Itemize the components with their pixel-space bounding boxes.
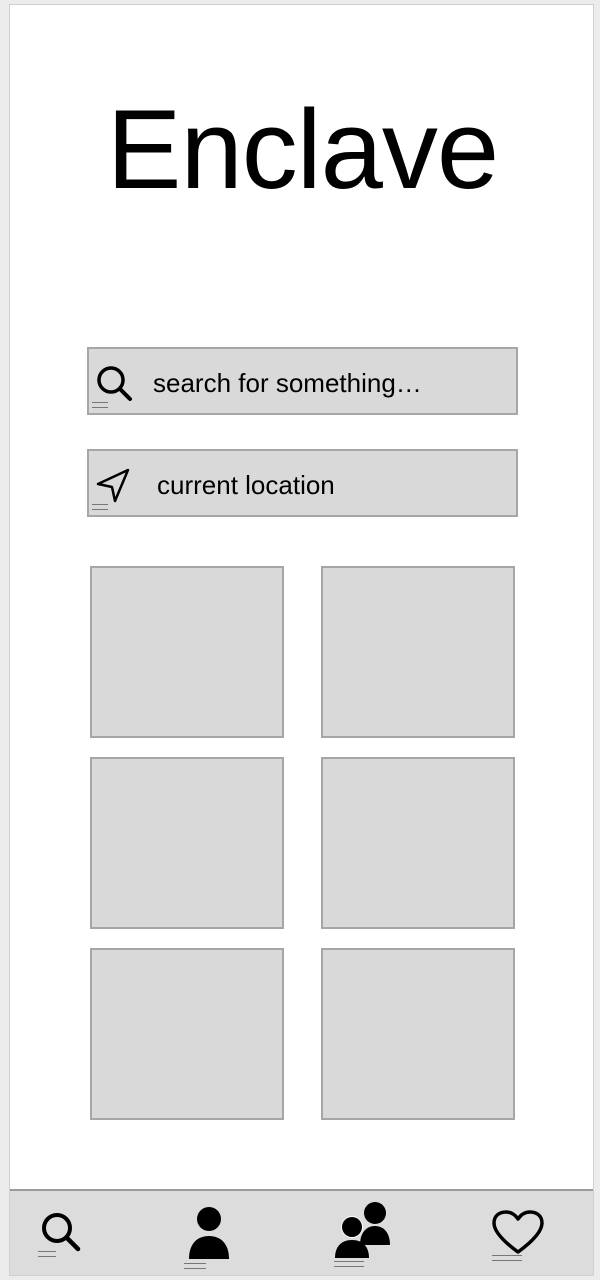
component-annotation <box>334 1261 364 1267</box>
component-annotation <box>184 1263 206 1269</box>
location-input[interactable]: current location <box>87 449 518 517</box>
search-placeholder: search for something… <box>153 368 422 398</box>
navigation-arrow-icon <box>96 468 130 503</box>
component-annotation <box>92 504 108 510</box>
heart-icon <box>492 1210 544 1254</box>
tab-profile[interactable] <box>170 1191 250 1275</box>
tab-favorites[interactable] <box>480 1191 560 1275</box>
search-icon <box>42 1213 81 1252</box>
component-annotation <box>92 402 108 408</box>
grid-tile[interactable] <box>90 566 284 738</box>
grid-tile[interactable] <box>321 566 515 738</box>
grid-tile[interactable] <box>321 757 515 929</box>
search-icon <box>97 366 132 401</box>
search-input[interactable]: search for something… <box>87 347 518 415</box>
app-screen: Enclave search for something… current lo… <box>9 4 594 1276</box>
app-title: Enclave <box>106 87 499 212</box>
grid-tile[interactable] <box>90 948 284 1120</box>
bottom-tab-bar <box>10 1189 593 1275</box>
component-annotation <box>38 1251 56 1257</box>
tab-community[interactable] <box>320 1191 420 1275</box>
person-icon <box>189 1207 229 1259</box>
tab-search[interactable] <box>30 1191 110 1275</box>
grid-tile[interactable] <box>90 757 284 929</box>
people-icon <box>335 1202 390 1258</box>
location-label: current location <box>157 470 335 500</box>
component-annotation <box>492 1255 522 1261</box>
grid-tile[interactable] <box>321 948 515 1120</box>
